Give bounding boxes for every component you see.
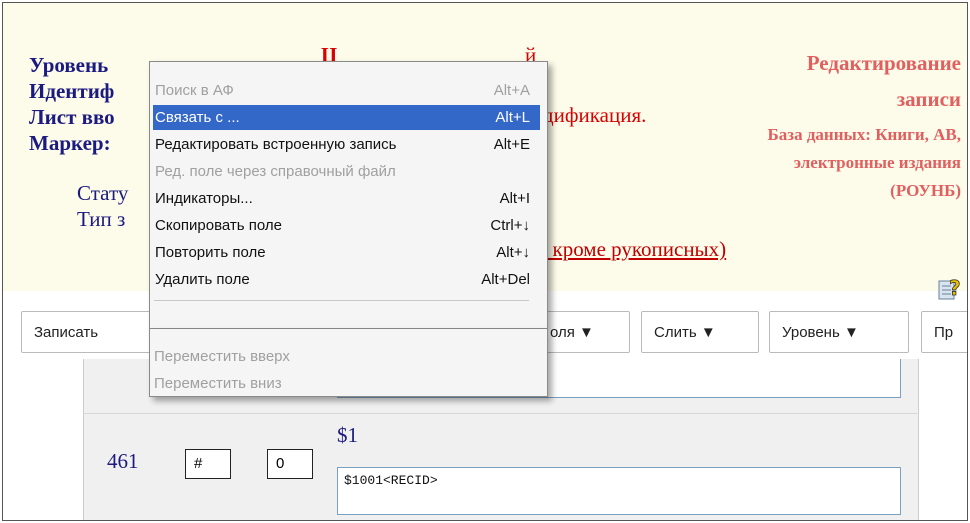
help-question-icon[interactable]: ? bbox=[938, 275, 966, 301]
indicator-2-input[interactable]: 0 bbox=[267, 449, 313, 479]
subfield-code: $1 bbox=[337, 423, 358, 447]
save-button[interactable]: Записать bbox=[21, 311, 151, 353]
menu-item-shortcut: Alt+I bbox=[499, 190, 530, 207]
page-title-line1: Редактирование bbox=[806, 51, 961, 75]
menu-item-shortcut: Alt+L bbox=[495, 109, 530, 126]
identifier-label: Идентиф bbox=[29, 79, 115, 103]
app-window: Уровень Идентиф Лист вво Маркер: Стату Т… bbox=[2, 2, 968, 521]
svg-text:?: ? bbox=[949, 276, 961, 300]
status-label: Стату bbox=[77, 181, 129, 205]
database-line2: электронные издания bbox=[793, 153, 961, 172]
menu-item-label: Связать с ... bbox=[155, 109, 240, 126]
menu-item-label: Поиск в АФ bbox=[155, 82, 234, 99]
menu-item-edit-via-reference: Ред. поле через справочный файл bbox=[153, 159, 540, 184]
level-menu-button[interactable]: Уровень ▼ bbox=[769, 311, 909, 353]
menu-item-move-up-visible: Переместить вверх bbox=[152, 344, 539, 369]
menu-item-label: Переместить вниз bbox=[154, 375, 282, 392]
database-line3: (РОУНБ) bbox=[890, 181, 961, 200]
menu-item-label: Скопировать поле bbox=[155, 217, 282, 234]
row-divider bbox=[83, 413, 917, 414]
tag-number: 461 bbox=[107, 449, 139, 473]
classification-text: дификация. bbox=[543, 103, 647, 127]
marker-label: Маркер: bbox=[29, 131, 111, 155]
menu-item-label: Переместить вверх bbox=[154, 348, 290, 365]
context-menu: Поиск в АФ Alt+A Связать с ... Alt+L Ред… bbox=[149, 61, 548, 329]
menu-item-label: Ред. поле через справочный файл bbox=[155, 163, 396, 180]
menu-item-shortcut: Ctrl+↓ bbox=[490, 217, 530, 234]
more-menu-button[interactable]: Пр bbox=[921, 311, 967, 353]
database-line1: База данных: Книги, АВ, bbox=[767, 125, 962, 144]
menu-separator bbox=[154, 300, 529, 301]
menu-item-search-af: Поиск в АФ Alt+A bbox=[153, 78, 540, 103]
menu-item-edit-embedded[interactable]: Редактировать встроенную запись Alt+E bbox=[153, 132, 540, 157]
menu-item-shortcut: Alt+Del bbox=[481, 271, 530, 288]
menu-item-label: Индикаторы... bbox=[155, 190, 253, 207]
menu-item-shortcut: Alt+A bbox=[493, 82, 530, 99]
menu-item-delete-field[interactable]: Удалить поле Alt+Del bbox=[153, 267, 540, 292]
input-sheet-label: Лист вво bbox=[29, 105, 115, 129]
menu-item-shortcut: Alt+↓ bbox=[496, 244, 530, 261]
menu-item-link-with[interactable]: Связать с ... Alt+L bbox=[153, 105, 540, 130]
menu-item-shortcut: Alt+E bbox=[493, 136, 530, 153]
menu-item-label: Удалить поле bbox=[155, 271, 250, 288]
page-title-line2: записи bbox=[896, 87, 961, 111]
type-label: Тип з bbox=[77, 207, 126, 231]
indicator-1-input[interactable]: # bbox=[185, 449, 231, 479]
menu-item-copy-field[interactable]: Скопировать поле Ctrl+↓ bbox=[153, 213, 540, 238]
menu-item-indicators[interactable]: Индикаторы... Alt+I bbox=[153, 186, 540, 211]
menu-item-label: Повторить поле bbox=[155, 244, 266, 261]
menu-item-move-down: Переместить вниз bbox=[152, 371, 539, 396]
record-type-link[interactable]: , кроме рукописных) bbox=[542, 237, 726, 262]
subfield-value-textarea[interactable]: $1001<RECID> bbox=[337, 467, 901, 515]
merge-menu-button[interactable]: Слить ▼ bbox=[641, 311, 759, 353]
menu-item-repeat-field[interactable]: Повторить поле Alt+↓ bbox=[153, 240, 540, 265]
menu-item-label: Редактировать встроенную запись bbox=[155, 136, 397, 153]
fields-menu-button[interactable]: оля ▼ bbox=[537, 311, 630, 353]
level-label: Уровень bbox=[29, 53, 109, 77]
